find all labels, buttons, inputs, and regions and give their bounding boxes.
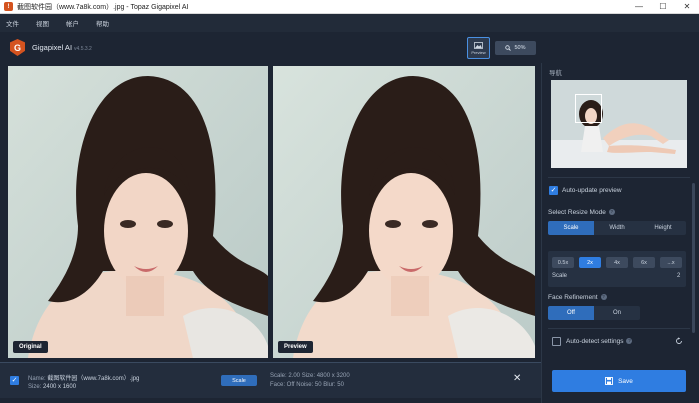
brand-label: Gigapixel AI — [32, 43, 73, 52]
app-icon: ! — [4, 2, 13, 11]
resize-mode-height[interactable]: Height — [640, 221, 686, 235]
help-icon[interactable]: ? — [600, 294, 607, 300]
settings-scrollbar[interactable] — [692, 183, 695, 333]
version-label: v4.5.3.2 — [74, 46, 92, 52]
file-size: 2400 x 1600 — [43, 384, 77, 390]
settings-panel: 导航 ✓ Auto-update preview Select Resize M… — [541, 63, 699, 403]
face-refinement-label: Face Refinement — [548, 294, 598, 301]
original-photo — [8, 66, 268, 358]
output-face-info: Face: Off Noise: 50 Blur: 50 — [270, 382, 344, 388]
file-select-checkbox[interactable]: ✓ — [10, 376, 19, 385]
resize-mode-label: Select Resize Mode — [548, 209, 606, 216]
auto-detect-checkbox[interactable] — [552, 337, 561, 346]
remove-file-icon[interactable]: ✕ — [513, 373, 521, 384]
zoom-button[interactable]: 50% — [495, 41, 536, 55]
reset-icon[interactable] — [675, 337, 683, 345]
auto-update-checkbox[interactable]: ✓ — [549, 186, 558, 195]
output-scale-info: Scale: 2.00 Size: 4800 x 3200 — [270, 373, 350, 379]
scale-6x-button[interactable]: 6x — [633, 257, 655, 268]
minimize-button[interactable]: — — [627, 0, 651, 14]
resize-mode-selector: Scale Width Height — [548, 221, 686, 235]
menu-help[interactable]: 帮助 — [96, 18, 109, 28]
scale-0-5x-button[interactable]: 0.5x — [552, 257, 574, 268]
scale-value: 2 — [677, 273, 681, 279]
maximize-button[interactable]: ☐ — [651, 0, 675, 14]
file-name: 截图软件园（www.7a8k.com）.jpg — [47, 376, 140, 382]
file-name-row: Name: 截图软件园（www.7a8k.com）.jpg — [28, 373, 139, 382]
preview-image-panel[interactable]: Preview — [273, 66, 535, 358]
face-refinement-off[interactable]: Off — [548, 306, 594, 320]
help-icon[interactable]: ? — [608, 209, 615, 215]
window-title: 截图软件园（www.7a8k.com）.jpg - Topaz Gigapixe… — [17, 3, 189, 11]
gigapixel-logo-icon: G — [10, 39, 25, 56]
auto-update-label: Auto-update preview — [562, 187, 622, 194]
magnifier-icon — [505, 45, 512, 51]
image-icon — [474, 41, 483, 49]
resize-mode-title: Select Resize Mode? — [548, 209, 615, 216]
file-name-label: Name: — [28, 376, 46, 382]
resize-mode-width[interactable]: Width — [594, 221, 640, 235]
scale-label: Scale — [552, 273, 568, 279]
menu-file[interactable]: 文件 — [6, 18, 19, 28]
preview-tag: Preview — [278, 341, 313, 353]
navigator-title: 导航 — [549, 70, 562, 77]
original-tag: Original — [13, 341, 48, 353]
close-window-button[interactable]: ✕ — [675, 0, 699, 14]
file-size-row: Size: 2400 x 1600 — [28, 384, 76, 390]
file-bar: ✓ Name: 截图软件园（www.7a8k.com）.jpg Size: 24… — [0, 362, 541, 398]
divider — [548, 177, 690, 178]
help-icon[interactable]: ? — [626, 338, 633, 344]
zoom-level: 50% — [514, 45, 526, 51]
scale-2x-button[interactable]: 2x — [579, 257, 601, 268]
original-image-panel[interactable]: Original — [8, 66, 268, 358]
window-titlebar: ! 截图软件园（www.7a8k.com）.jpg - Topaz Gigapi… — [0, 0, 699, 14]
scale-button[interactable]: Scale — [221, 375, 257, 386]
scale-custom-button[interactable]: ...x — [660, 257, 682, 268]
resize-mode-scale[interactable]: Scale — [548, 221, 594, 235]
face-refinement-selector: Off On — [548, 306, 640, 320]
preview-toggle-button[interactable]: Preview — [467, 37, 490, 59]
menu-view[interactable]: 视图 — [36, 18, 49, 28]
app-header: G Gigapixel AI v4.5.3.2 Preview 50% — [0, 32, 699, 63]
file-size-label: Size: — [28, 384, 42, 390]
save-icon — [605, 377, 614, 385]
preview-toggle-label: Preview — [471, 49, 486, 55]
navigator-viewport-frame[interactable] — [575, 94, 602, 123]
brand-name: Gigapixel AI v4.5.3.2 — [32, 43, 92, 52]
navigator-thumbnail[interactable] — [551, 80, 687, 168]
save-label: Save — [618, 377, 633, 385]
scale-4x-button[interactable]: 4x — [606, 257, 628, 268]
auto-detect-label: Auto-detect settings? — [566, 338, 633, 345]
save-button[interactable]: Save — [552, 370, 686, 392]
preview-photo — [273, 66, 535, 358]
auto-detect-text: Auto-detect settings — [566, 338, 624, 345]
face-refinement-on[interactable]: On — [594, 306, 640, 320]
scale-options: 0.5x 2x 4x 6x ...x Scale 2 — [548, 251, 686, 287]
menu-bar: 文件 视图 帐户 帮助 — [0, 14, 699, 32]
face-refinement-title: Face Refinement? — [548, 294, 607, 301]
divider — [548, 328, 690, 329]
navigator-photo — [551, 80, 687, 168]
menu-account[interactable]: 帐户 — [66, 18, 79, 28]
